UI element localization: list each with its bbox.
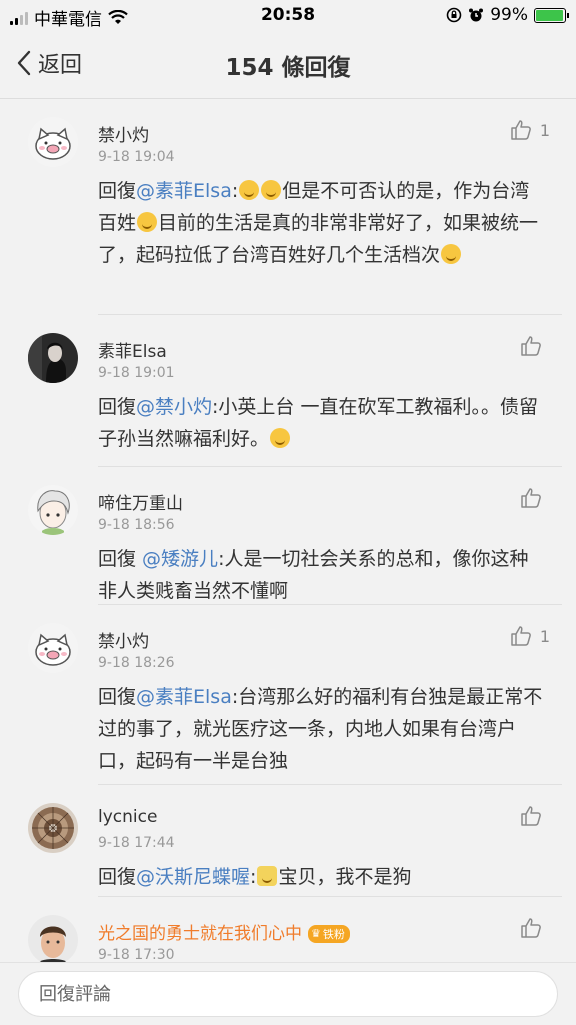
orientation-lock-icon	[446, 7, 462, 23]
reply-prefix: 回復	[98, 548, 143, 570]
like-button[interactable]	[520, 487, 550, 509]
reply-bar: 回復評論	[0, 962, 576, 1025]
comment-item: 啼住万重山 9-18 18:56 回復 @矮游儿:人是一切社会关系的总和，像你这…	[0, 467, 576, 605]
laugh-emoji-icon	[441, 244, 462, 264]
thumbs-up-icon	[521, 336, 541, 356]
avatar[interactable]	[28, 485, 78, 535]
username[interactable]: lycnice	[98, 807, 157, 827]
thumbs-up-icon	[521, 488, 541, 508]
comment-item: 禁小灼 9-18 19:04 1 回復@素菲Elsa: 但是不可否认的是，作为台湾…	[0, 99, 576, 315]
page-title: 154 條回復	[225, 55, 351, 81]
badge-label: 铁粉	[322, 927, 345, 941]
mention-link[interactable]: @素菲Elsa	[136, 180, 232, 202]
text-segment: 宝贝，我不是狗	[278, 866, 412, 888]
avatar[interactable]	[28, 117, 78, 167]
reply-prefix: 回復	[98, 686, 137, 708]
username[interactable]: 禁小灼	[98, 627, 149, 652]
tears-emoji-icon	[137, 212, 158, 232]
like-button[interactable]	[520, 335, 550, 357]
text-segment: :	[231, 180, 239, 202]
avatar[interactable]	[28, 915, 78, 965]
fan-badge: ♛ 铁粉	[308, 924, 350, 943]
comment-text: 回復 @矮游儿:人是一切社会关系的总和，像你这种非人类贱畜当然不懂啊	[98, 543, 546, 607]
comment-time: 9-18 18:26	[98, 655, 175, 671]
thumbs-up-icon	[511, 626, 531, 646]
avatar[interactable]	[28, 333, 78, 383]
thumbs-up-icon	[521, 918, 541, 938]
comment-item: lycnice 9-18 17:44 回復@沃斯尼蝶喔: 宝贝，我不是狗	[0, 785, 576, 897]
mention-link[interactable]: @沃斯尼蝶喔	[136, 866, 250, 888]
status-right: 99%	[446, 5, 569, 25]
like-count: 1	[539, 120, 550, 140]
comment-time: 9-18 18:56	[98, 517, 175, 533]
avatar[interactable]	[28, 803, 78, 853]
thumbs-up-icon	[511, 120, 531, 140]
comment-time: 9-18 17:44	[98, 835, 175, 851]
comment-text: 回復@素菲Elsa:台湾那么好的福利有台独是最正常不过的事了，就光医疗这一条，内…	[98, 681, 546, 777]
reply-prefix: 回復	[98, 866, 137, 888]
username[interactable]: 光之国的勇士就在我们心中 ♛ 铁粉	[98, 919, 350, 944]
battery-icon	[534, 7, 569, 23]
tears-emoji-icon	[261, 180, 282, 200]
crown-icon: ♛	[311, 927, 321, 940]
reply-input[interactable]: 回復評論	[18, 971, 558, 1017]
status-bar: 中華電信 20:58 99%	[0, 0, 576, 30]
tears-emoji-icon	[270, 428, 291, 448]
nav-bar: 返回 154 條回復	[0, 30, 576, 99]
alarm-icon	[469, 8, 484, 22]
username[interactable]: 素菲Elsa	[98, 337, 167, 362]
mention-link[interactable]: @矮游儿	[142, 548, 218, 570]
reply-prefix: 回復	[98, 180, 137, 202]
text-segment: 目前的生活是真的非常非常好了，如果被统一了，起码拉低了台湾百姓好几个生活档次	[98, 212, 539, 266]
comment-list: 禁小灼 9-18 19:04 1 回復@素菲Elsa: 但是不可否认的是，作为台湾…	[0, 99, 576, 1017]
like-button[interactable]	[520, 917, 550, 939]
text-segment: :	[250, 866, 257, 888]
username-text: 光之国的勇士就在我们心中	[98, 924, 302, 944]
reply-prefix: 回復	[98, 396, 137, 418]
comment-item: 素菲Elsa 9-18 19:01 回復@禁小灼:小英上台 一直在砍军工教福利。…	[0, 315, 576, 467]
tears-emoji-icon	[239, 180, 260, 200]
comment-text: 回復@素菲Elsa: 但是不可否认的是，作为台湾百姓 目前的生活是真的非常非常好了，…	[98, 175, 546, 271]
username[interactable]: 禁小灼	[98, 121, 149, 146]
like-button[interactable]: 1	[510, 119, 550, 141]
comment-time: 9-18 19:01	[98, 365, 175, 381]
mention-link[interactable]: @禁小灼	[136, 396, 212, 418]
comment-time: 9-18 19:04	[98, 149, 175, 165]
thumbs-up-icon	[521, 806, 541, 826]
username[interactable]: 啼住万重山	[98, 489, 183, 514]
avatar[interactable]	[28, 623, 78, 673]
like-button[interactable]: 1	[510, 625, 550, 647]
comment-text: 回復@禁小灼:小英上台 一直在砍军工教福利。。债留子孙当然嘛福利好。	[98, 391, 546, 455]
cat-emoji-icon	[257, 866, 278, 886]
like-button[interactable]	[520, 805, 550, 827]
comment-item: 禁小灼 9-18 18:26 1 回復@素菲Elsa:台湾那么好的福利有台独是最…	[0, 605, 576, 785]
mention-link[interactable]: @素菲Elsa	[136, 686, 232, 708]
like-count: 1	[539, 626, 550, 646]
comment-time: 9-18 17:30	[98, 947, 175, 963]
battery-percent: 99%	[490, 5, 528, 25]
comment-text: 回復@沃斯尼蝶喔: 宝贝，我不是狗	[98, 861, 546, 893]
